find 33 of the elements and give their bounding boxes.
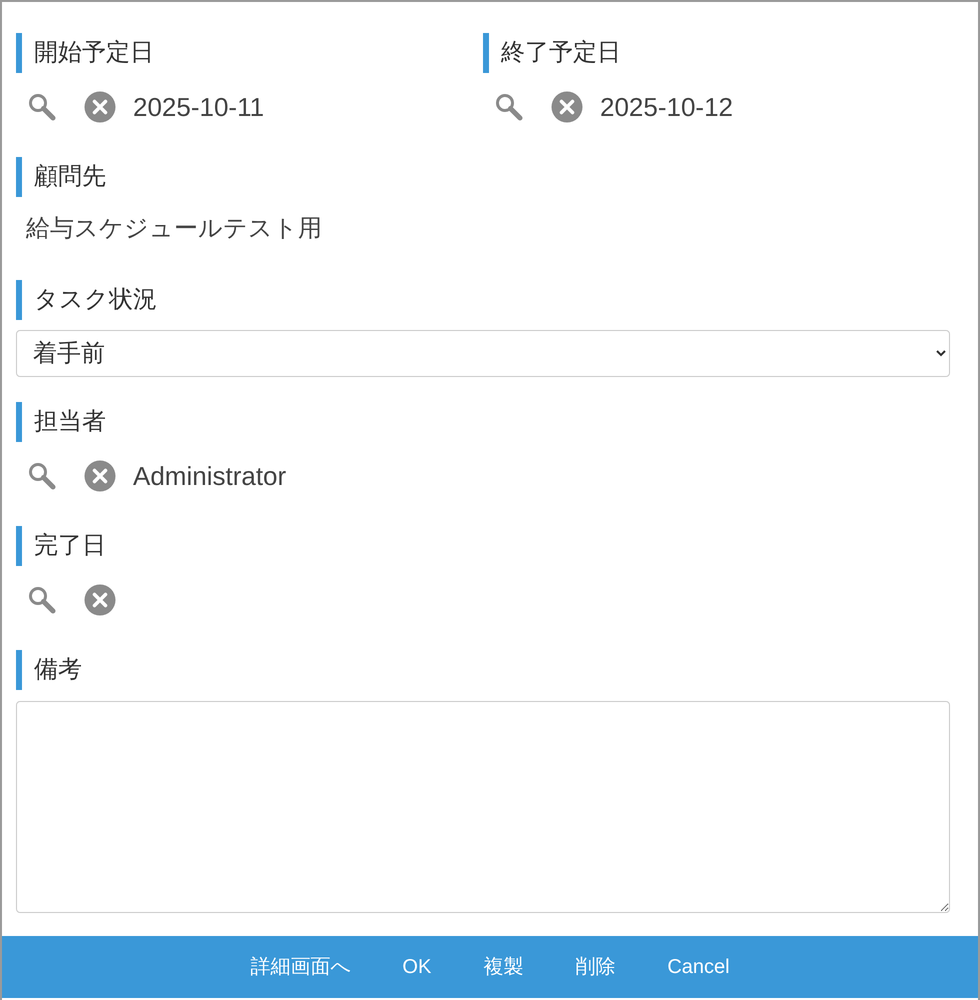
clear-icon[interactable]: [551, 91, 583, 123]
footer-button[interactable]: Cancel: [659, 948, 738, 986]
field-label: 開始予定日: [34, 38, 154, 68]
field-label: 顧問先: [34, 162, 106, 192]
label-bar: [16, 526, 22, 566]
search-icon[interactable]: [494, 92, 524, 122]
label-bar: [16, 650, 22, 690]
clear-icon[interactable]: [84, 460, 116, 492]
field-label: 終了予定日: [501, 38, 621, 68]
search-icon[interactable]: [27, 92, 57, 122]
footer-button[interactable]: 詳細画面へ: [242, 948, 358, 986]
field-value: 給与スケジュールテスト用: [26, 214, 322, 244]
field-label: 備考: [34, 655, 82, 685]
field-value: Administrator: [133, 460, 286, 492]
field-label: 完了日: [34, 531, 106, 561]
search-icon[interactable]: [27, 461, 57, 491]
footer-button[interactable]: 複製: [475, 948, 532, 986]
footer-button[interactable]: 削除: [567, 948, 624, 986]
label-bar: [16, 33, 22, 73]
status-select[interactable]: 着手前: [16, 330, 950, 377]
clear-icon[interactable]: [84, 91, 116, 123]
clear-icon[interactable]: [84, 584, 116, 616]
notes-field[interactable]: [16, 701, 950, 913]
field-value: 2025-10-11: [133, 90, 264, 124]
label-bar: [16, 402, 22, 442]
label-bar: [483, 33, 489, 73]
field-label: 担当者: [34, 407, 106, 437]
search-icon[interactable]: [27, 585, 57, 615]
label-bar: [16, 280, 22, 320]
label-bar: [16, 157, 22, 197]
field-label: タスク状況: [34, 285, 157, 315]
footer-button[interactable]: OK: [394, 948, 440, 986]
field-value: 2025-10-12: [600, 90, 733, 124]
